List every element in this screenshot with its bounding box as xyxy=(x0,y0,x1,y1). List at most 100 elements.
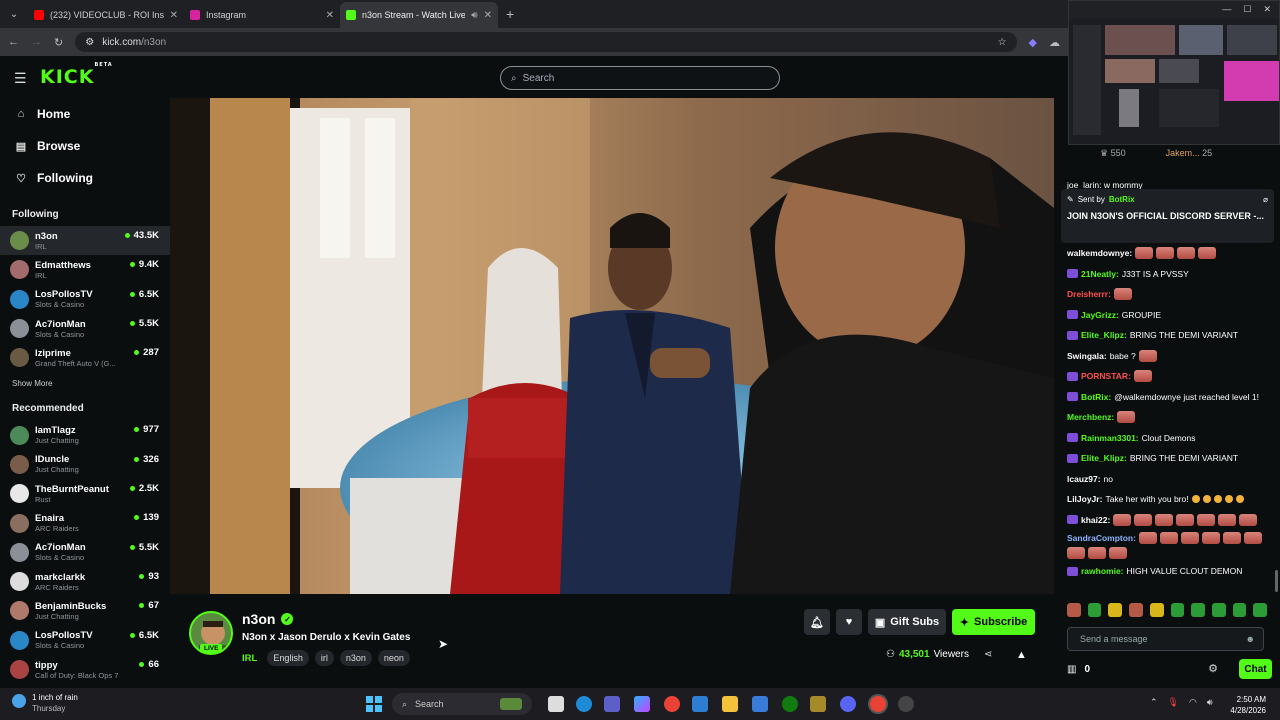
close-icon[interactable]: ✕ xyxy=(326,10,334,21)
show-more-link[interactable]: Show More xyxy=(0,374,170,394)
url-field[interactable]: ⚙︎ kick.com/n3on ☆ xyxy=(75,32,1017,52)
close-icon[interactable]: ✕ xyxy=(484,10,492,21)
start-button[interactable] xyxy=(366,696,382,712)
discord-icon[interactable] xyxy=(840,696,856,712)
unpin-icon[interactable]: ⌀ xyxy=(1263,195,1268,204)
maximize-icon[interactable]: ☐ xyxy=(1243,4,1251,16)
tab-search-menu[interactable]: ⌄ xyxy=(0,0,28,28)
wifi-icon[interactable]: ◠ xyxy=(1189,697,1197,708)
sidebar-channel-item[interactable]: LosPollosTV Slots & Casino 6.5K xyxy=(0,626,170,655)
emote-button[interactable] xyxy=(1232,603,1247,617)
nav-home[interactable]: ⌂ Home xyxy=(0,98,170,130)
taskbar-search[interactable]: ⌕ Search xyxy=(392,693,532,715)
emote-button[interactable] xyxy=(1108,603,1123,617)
tab-instagram[interactable]: Instagram ✕ xyxy=(184,2,340,28)
tab-youtube[interactable]: (232) VIDEOCLUB - ROI Instrum ✕ xyxy=(28,2,184,28)
profile-icon[interactable]: ☁︎ xyxy=(1049,36,1060,49)
sidebar-channel-item[interactable]: Iziprime Grand Theft Auto V (G... 287 xyxy=(0,343,170,372)
chat-username[interactable]: Merchbenz: xyxy=(1067,411,1114,423)
emoji-icon[interactable]: ☻ xyxy=(1246,634,1255,644)
chat-send-button[interactable]: Chat xyxy=(1239,659,1272,679)
chat-scrollbar[interactable] xyxy=(1275,570,1278,592)
report-icon[interactable]: ▲ xyxy=(1016,649,1027,661)
extension-icon[interactable]: ◆ xyxy=(1029,36,1037,49)
sidebar-channel-item[interactable]: Ac7ionMan Slots & Casino 5.5K xyxy=(0,314,170,343)
emote-button[interactable] xyxy=(1067,603,1081,617)
chat-username[interactable]: Swingala: xyxy=(1067,350,1107,362)
minimize-icon[interactable]: — xyxy=(1222,4,1231,16)
chat-username[interactable]: BotRix: xyxy=(1081,391,1111,403)
sidebar-channel-item[interactable]: tippy Call of Duty: Black Ops 7 66 xyxy=(0,655,170,684)
kick-logo[interactable]: KICKBETA xyxy=(40,62,113,88)
share-icon[interactable]: ⋖ xyxy=(984,649,992,660)
chrome-icon[interactable] xyxy=(664,696,680,712)
sidebar-channel-item[interactable]: IamTlagz Just Chatting 977 xyxy=(0,420,170,449)
copilot-icon[interactable] xyxy=(634,696,650,712)
weather-widget[interactable]: 1 inch of rain Thursday xyxy=(12,692,78,714)
points-icon[interactable]: ▥ xyxy=(1067,664,1076,675)
emote-button[interactable] xyxy=(1191,603,1205,617)
speaker-icon[interactable]: 🔊︎ xyxy=(471,10,477,21)
pinned-message[interactable]: ✎ Sent by BotRix ⌀ JOIN N3ON'S OFFICIAL DIS… xyxy=(1061,189,1274,243)
chat-username[interactable]: walkemdownye: xyxy=(1067,247,1132,259)
emote-button[interactable] xyxy=(1087,603,1102,617)
sidebar-channel-item[interactable]: BenjaminBucks Just Chatting 67 xyxy=(0,596,170,625)
close-icon[interactable]: ✕ xyxy=(1263,4,1271,16)
emote-button[interactable] xyxy=(1129,603,1143,617)
sidebar-channel-item[interactable]: Edmatthews IRL 9.4K xyxy=(0,255,170,284)
chevron-up-icon[interactable]: ⌃ xyxy=(1150,697,1158,708)
search-input[interactable]: ⌕ Search xyxy=(500,66,780,90)
file-explorer-icon[interactable] xyxy=(722,696,738,712)
app-icon[interactable] xyxy=(898,696,914,712)
microphone-icon[interactable]: 🎙︎ xyxy=(1168,697,1179,708)
emote-button[interactable] xyxy=(1211,603,1226,617)
app-icon[interactable] xyxy=(810,696,826,712)
gear-icon[interactable]: ⚙︎ xyxy=(1208,662,1218,675)
video-player[interactable] xyxy=(170,98,1054,594)
nav-following[interactable]: ♡ Following xyxy=(0,162,170,194)
category-link[interactable]: IRL xyxy=(242,653,257,664)
chrome-active-icon[interactable] xyxy=(870,696,886,712)
close-icon[interactable]: ✕ xyxy=(170,10,178,21)
chat-username[interactable]: Dreisherrr: xyxy=(1067,288,1111,300)
notification-bell-button[interactable]: 🔔︎ xyxy=(804,609,830,635)
back-icon[interactable]: ← xyxy=(8,36,19,48)
chat-username[interactable]: lcauz97: xyxy=(1067,473,1101,485)
sidebar-channel-item[interactable]: Enaira ARC Raiders 139 xyxy=(0,508,170,537)
chat-username[interactable]: LilJoyJr: xyxy=(1067,493,1102,505)
emote-button[interactable] xyxy=(1149,603,1164,617)
bookmark-star-icon[interactable]: ☆ xyxy=(998,37,1007,48)
store-icon[interactable] xyxy=(692,696,708,712)
forward-icon[interactable]: → xyxy=(31,36,42,48)
chat-username[interactable]: SandraCompton: xyxy=(1067,532,1136,544)
sidebar-channel-item[interactable]: TheBurntPeanut Rust 2.5K xyxy=(0,479,170,508)
chat-username[interactable]: khai22: xyxy=(1081,514,1110,526)
tab-kick[interactable]: n3on Stream - Watch Live o 🔊︎ ✕ xyxy=(340,2,498,28)
chat-username[interactable]: Elite_Klipz: xyxy=(1081,329,1127,341)
sidebar-channel-item[interactable]: lDuncle Just Chatting 326 xyxy=(0,450,170,479)
clock[interactable]: 2:50 AM 4/28/2026 xyxy=(1230,694,1266,716)
chat-username[interactable]: PORNSTAR: xyxy=(1081,370,1131,382)
picture-in-picture-window[interactable]: — ☐ ✕ xyxy=(1068,0,1280,145)
xbox-icon[interactable] xyxy=(782,696,798,712)
app-icon[interactable] xyxy=(752,696,768,712)
emote-button[interactable] xyxy=(1170,603,1185,617)
chat-username[interactable]: 21Neatly: xyxy=(1081,268,1119,280)
task-view-icon[interactable] xyxy=(548,696,564,712)
menu-icon[interactable]: ☰ xyxy=(14,70,27,87)
new-tab-button[interactable]: + xyxy=(506,6,514,22)
sidebar-channel-item[interactable]: LosPollosTV Slots & Casino 6.5K xyxy=(0,285,170,314)
follow-heart-button[interactable]: ♥ xyxy=(836,609,862,635)
tag-pill[interactable]: neon xyxy=(377,650,410,666)
sidebar-channel-item[interactable]: n3on IRL 43.5K xyxy=(0,226,170,256)
tag-pill[interactable]: n3on xyxy=(339,650,372,666)
chat-message-input[interactable]: Send a message ☻ xyxy=(1067,627,1264,651)
subscribe-button[interactable]: ✦ Subscribe xyxy=(952,609,1035,635)
reload-icon[interactable]: ↻ xyxy=(54,36,63,49)
gift-subs-button[interactable]: ▣ Gift Subs xyxy=(868,609,946,635)
site-info-icon[interactable]: ⚙︎ xyxy=(85,37,94,48)
sidebar-channel-item[interactable]: Ac7ionMan Slots & Casino 5.5K xyxy=(0,538,170,567)
nav-browse[interactable]: ▤ Browse xyxy=(0,130,170,162)
tag-pill[interactable]: irl xyxy=(314,650,334,666)
chat-username[interactable]: JayGrizz: xyxy=(1081,309,1119,321)
